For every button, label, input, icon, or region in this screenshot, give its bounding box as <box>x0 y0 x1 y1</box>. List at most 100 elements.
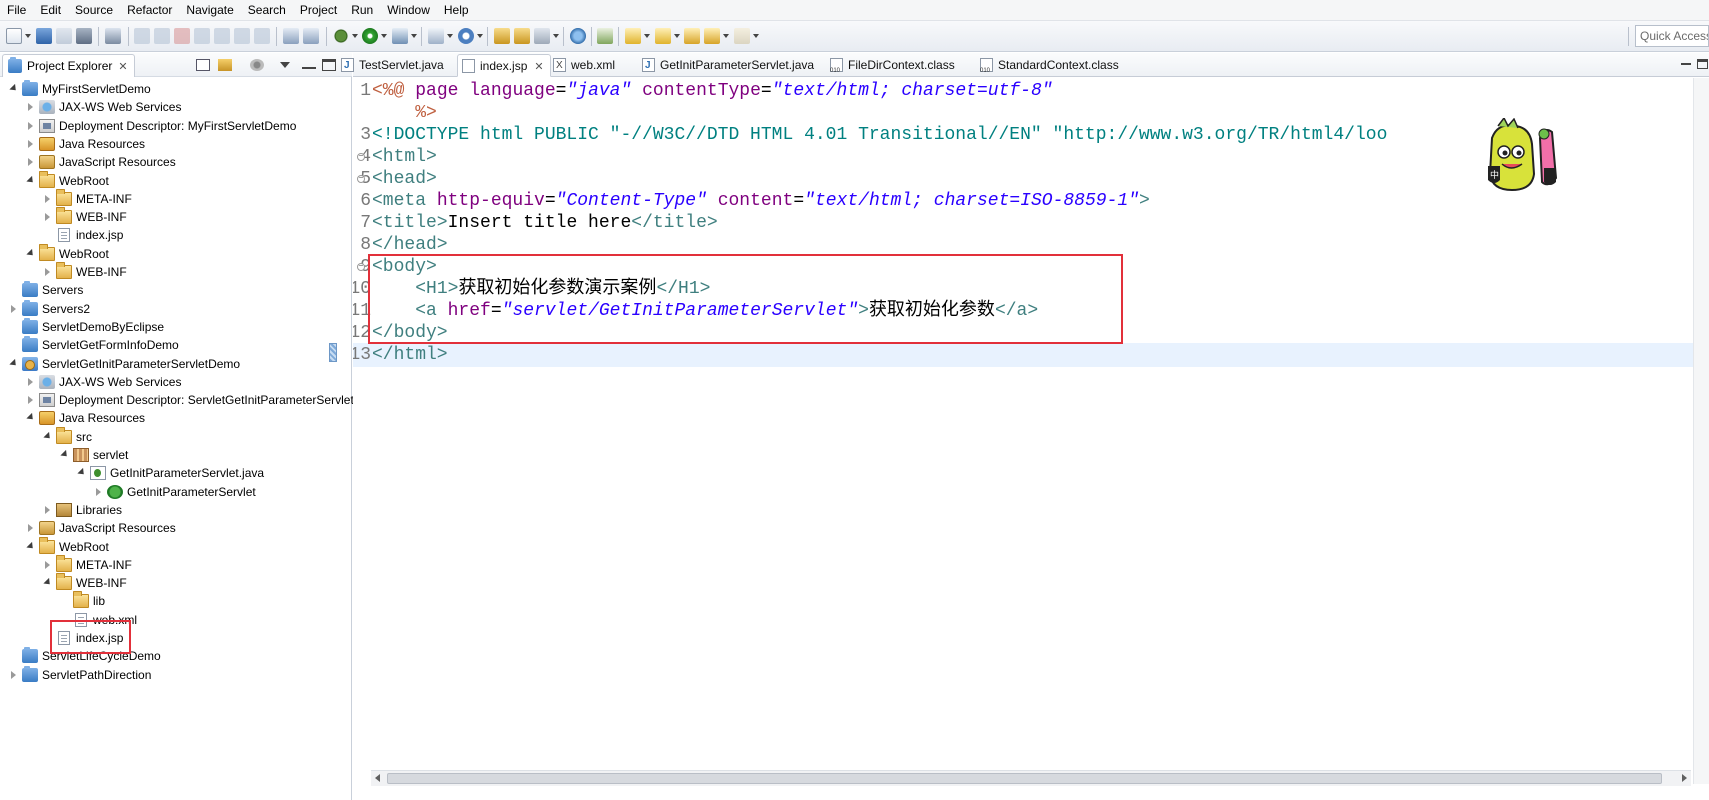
run-server-icon[interactable] <box>392 28 408 44</box>
collapse-all-icon[interactable] <box>196 59 210 71</box>
terminate-icon[interactable] <box>174 28 190 44</box>
expanded-arrow-icon[interactable] <box>26 248 36 258</box>
open-console-icon[interactable] <box>303 28 319 44</box>
scroll-right-icon[interactable] <box>1682 774 1687 782</box>
suspend-icon[interactable] <box>154 28 170 44</box>
back-dropdown-icon[interactable] <box>723 34 729 38</box>
customize-view-icon[interactable] <box>250 59 264 71</box>
collapsed-arrow-icon[interactable] <box>45 213 50 222</box>
debug-icon[interactable] <box>333 28 349 44</box>
collapsed-arrow-icon[interactable] <box>28 121 33 130</box>
collapsed-arrow-icon[interactable] <box>45 560 50 569</box>
resume-icon[interactable] <box>134 28 150 44</box>
collapsed-arrow-icon[interactable] <box>28 396 33 405</box>
expanded-arrow-icon[interactable] <box>9 83 19 94</box>
menu-window[interactable]: Window <box>380 0 437 21</box>
save-icon[interactable] <box>36 28 52 44</box>
last-edit-location-icon[interactable] <box>684 28 700 44</box>
menu-refactor[interactable]: Refactor <box>120 0 179 21</box>
scroll-left-icon[interactable] <box>375 774 380 782</box>
search-tool-dropdown-icon[interactable] <box>553 34 559 38</box>
expanded-arrow-icon[interactable] <box>26 413 36 423</box>
scroll-thumb[interactable] <box>387 773 1662 784</box>
expanded-arrow-icon[interactable] <box>43 431 53 441</box>
collapsed-arrow-icon[interactable] <box>28 377 33 386</box>
save-all-icon[interactable] <box>56 28 72 44</box>
previous-annotation-dropdown-icon[interactable] <box>674 34 680 38</box>
minimize-icon[interactable] <box>302 67 316 69</box>
menu-navigate[interactable]: Navigate <box>179 0 240 21</box>
editor-maximize-icon[interactable] <box>1697 59 1708 69</box>
next-annotation-icon[interactable] <box>625 28 641 44</box>
web-browser-icon[interactable] <box>570 28 586 44</box>
new-dropdown-icon[interactable] <box>25 34 31 38</box>
fold-toggle-icon[interactable]: − <box>357 263 365 271</box>
expanded-arrow-icon[interactable] <box>43 577 53 588</box>
search-tool-icon[interactable] <box>534 28 550 44</box>
fold-toggle-icon[interactable]: − <box>357 153 365 161</box>
code-line[interactable]: 7 <title>Insert title here</title> <box>353 211 1693 235</box>
expanded-arrow-icon[interactable] <box>26 175 36 185</box>
editor-tab[interactable]: GetInitParameterServlet.java <box>638 54 814 77</box>
fold-toggle-icon[interactable]: − <box>357 175 365 183</box>
debug-dropdown-icon[interactable] <box>352 34 358 38</box>
next-annotation-dropdown-icon[interactable] <box>644 34 650 38</box>
close-icon[interactable]: ✕ <box>118 61 127 73</box>
skip-breakpoints-icon[interactable] <box>105 28 121 44</box>
print-icon[interactable] <box>76 28 92 44</box>
new-java-class-icon[interactable] <box>458 28 474 44</box>
code-line[interactable]: 1 <%@ page language="java" contentType="t… <box>353 79 1693 103</box>
collapsed-arrow-icon[interactable] <box>45 505 50 514</box>
previous-annotation-icon[interactable] <box>655 28 671 44</box>
new-java-class-dropdown-icon[interactable] <box>477 34 483 38</box>
open-type-icon[interactable] <box>494 28 510 44</box>
collapsed-arrow-icon[interactable] <box>45 194 50 203</box>
collapsed-arrow-icon[interactable] <box>96 487 101 496</box>
run-icon[interactable] <box>362 28 378 44</box>
toggle-ant-icon[interactable] <box>597 28 613 44</box>
toggle-mark-icon[interactable] <box>283 28 299 44</box>
horizontal-scrollbar[interactable] <box>371 770 1691 786</box>
collapsed-arrow-icon[interactable] <box>45 268 50 276</box>
run-server-dropdown-icon[interactable] <box>411 34 417 38</box>
forward-dropdown-icon[interactable] <box>753 34 759 38</box>
project-explorer-tab[interactable]: Project Explorer ✕ <box>2 54 135 77</box>
link-with-editor-icon[interactable] <box>218 59 232 71</box>
collapsed-arrow-icon[interactable] <box>28 524 33 533</box>
collapsed-arrow-icon[interactable] <box>11 670 16 679</box>
new-icon[interactable] <box>6 28 22 44</box>
menu-source[interactable]: Source <box>68 0 120 21</box>
editor-tab[interactable]: StandardContext.class <box>976 54 1119 82</box>
collapsed-arrow-icon[interactable] <box>28 158 33 167</box>
disconnect-icon[interactable] <box>194 28 210 44</box>
collapsed-arrow-icon[interactable] <box>11 304 16 313</box>
collapsed-arrow-icon[interactable] <box>28 139 33 148</box>
maximize-icon[interactable] <box>322 59 336 71</box>
menu-search[interactable]: Search <box>241 0 293 21</box>
editor-tab[interactable]: web.xml <box>549 54 615 77</box>
editor-tab[interactable]: FileDirContext.class <box>826 54 955 82</box>
open-folder-icon[interactable] <box>514 28 530 44</box>
code-line[interactable]: 13 </html> <box>353 343 1693 367</box>
quick-access-input[interactable]: Quick Access <box>1635 25 1709 47</box>
menu-run[interactable]: Run <box>344 0 380 21</box>
editor-tab[interactable]: TestServlet.java <box>337 54 444 77</box>
step-return-icon[interactable] <box>254 28 270 44</box>
forward-icon[interactable] <box>734 28 750 44</box>
close-tab-icon[interactable]: ✕ <box>534 61 543 73</box>
menu-file[interactable]: File <box>0 0 33 21</box>
new-server-dropdown-icon[interactable] <box>447 34 453 38</box>
expanded-arrow-icon[interactable] <box>60 449 70 460</box>
expanded-arrow-icon[interactable] <box>77 468 87 478</box>
menu-edit[interactable]: Edit <box>33 0 68 21</box>
menu-help[interactable]: Help <box>437 0 476 21</box>
run-dropdown-icon[interactable] <box>381 34 387 38</box>
step-into-icon[interactable] <box>214 28 230 44</box>
expanded-arrow-icon[interactable] <box>26 541 36 551</box>
expanded-arrow-icon[interactable] <box>9 358 19 368</box>
collapsed-arrow-icon[interactable] <box>28 103 33 112</box>
editor-tab[interactable]: index.jsp ✕ <box>457 54 551 77</box>
menu-project[interactable]: Project <box>293 0 344 21</box>
step-over-icon[interactable] <box>234 28 250 44</box>
back-icon[interactable] <box>704 28 720 44</box>
